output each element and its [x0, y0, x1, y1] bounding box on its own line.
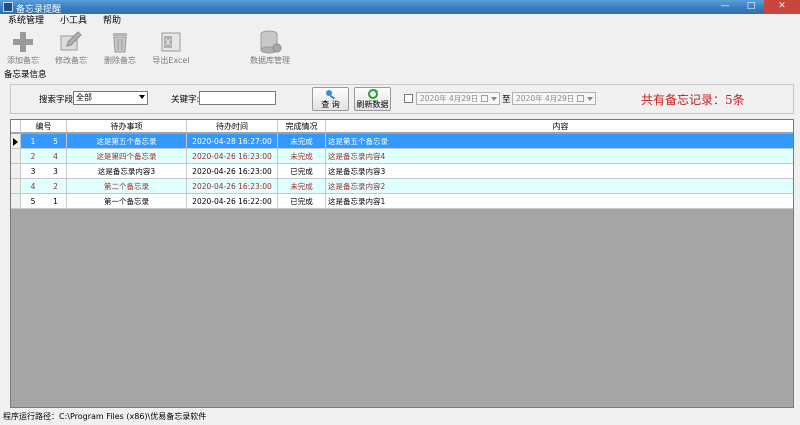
cell-status: 未完成 — [278, 134, 326, 149]
row-header[interactable] — [11, 149, 21, 164]
app-icon — [3, 2, 13, 12]
menu-help[interactable]: 帮助 — [95, 14, 129, 28]
cell-time: 2020-04-26 16:23:00 — [187, 179, 278, 194]
database-icon — [258, 30, 282, 54]
keyword-label: 关键字: — [171, 95, 200, 105]
window-controls: — □ ✕ — [712, 0, 800, 14]
search-field-value: 全部 — [76, 93, 92, 102]
search-icon — [325, 89, 337, 100]
close-button[interactable]: ✕ — [764, 0, 800, 14]
excel-icon: X — [159, 30, 183, 54]
cell-status: 已完成 — [278, 194, 326, 209]
cell-content: 这是备忘录内容3 — [326, 164, 793, 179]
cell-index: 1 — [21, 134, 45, 149]
database-manage-button[interactable]: 数据库管理 — [240, 30, 300, 66]
menu-bar: 系统管理 小工具 帮助 — [0, 14, 800, 28]
row-selector-icon — [13, 138, 18, 146]
row-header[interactable] — [11, 134, 21, 149]
cell-item: 这是第四个备忘录 — [67, 149, 187, 164]
chevron-down-icon — [491, 97, 497, 101]
date-to-value: 2020年 4月29日 — [516, 94, 575, 103]
col-content[interactable]: 内容 — [326, 120, 793, 133]
menu-tools[interactable]: 小工具 — [52, 14, 95, 28]
search-field-label: 搜索字段: — [39, 95, 76, 105]
cell-item: 这是备忘录内容3 — [67, 164, 187, 179]
to-label: 至 — [502, 95, 511, 105]
cell-content: 这是备忘录内容2 — [326, 179, 793, 194]
toolbar: 添加备忘 修改备忘 删除备忘 X 导出Excel 数据库管理 — [0, 28, 800, 68]
cell-content: 这是备忘录内容1 — [326, 194, 793, 209]
memo-table[interactable]: 编号 待办事项 待办时间 完成情况 内容 1 5 这是第五个备忘录 2020-04-2… — [10, 119, 794, 408]
table-row[interactable]: 5 1 第一个备忘录 2020-04-26 16:22:00 已完成 这是备忘录内容1 — [11, 194, 793, 209]
date-from-value: 2020年 4月29日 — [420, 94, 479, 103]
cell-status: 未完成 — [278, 149, 326, 164]
refresh-icon — [367, 89, 379, 99]
table-row[interactable]: 3 3 这是备忘录内容3 2020-04-26 16:23:00 已完成 这是备忘录内容3 — [11, 164, 793, 179]
cell-time: 2020-04-26 16:23:00 — [187, 149, 278, 164]
col-time[interactable]: 待办时间 — [187, 120, 278, 133]
query-label: 查 询 — [321, 100, 340, 109]
date-to-picker[interactable]: 2020年 4月29日 — [512, 92, 596, 105]
status-bar: 程序运行路径：C:\Program Files (x86)\优易备忘录软件 — [0, 410, 800, 425]
export-excel-button[interactable]: X 导出Excel — [141, 30, 201, 66]
table-row[interactable]: 1 5 这是第五个备忘录 2020-04-28 16:27:00 未完成 这是第五个备忘录 — [11, 134, 793, 149]
edit-icon — [59, 30, 83, 54]
keyword-input[interactable] — [199, 91, 276, 105]
cell-time: 2020-04-28 16:27:00 — [187, 134, 278, 149]
cell-id: 1 — [45, 194, 67, 209]
export-excel-label: 导出Excel — [152, 56, 190, 65]
cell-content: 这是备忘录内容4 — [326, 149, 793, 164]
col-id[interactable]: 编号 — [21, 120, 67, 133]
calendar-icon — [481, 95, 488, 102]
search-field-select[interactable]: 全部 — [73, 91, 148, 105]
query-button[interactable]: 查 询 — [312, 87, 349, 111]
cell-status: 已完成 — [278, 164, 326, 179]
cell-item: 第二个备忘录 — [67, 179, 187, 194]
col-status[interactable]: 完成情况 — [278, 120, 326, 133]
maximize-button[interactable]: □ — [738, 0, 764, 14]
cell-id: 5 — [45, 134, 67, 149]
chevron-down-icon — [587, 97, 593, 101]
cell-id: 3 — [45, 164, 67, 179]
calendar-icon — [577, 95, 584, 102]
date-from-picker[interactable]: 2020年 4月29日 — [416, 92, 500, 105]
row-header[interactable] — [11, 194, 21, 209]
cell-status: 未完成 — [278, 179, 326, 194]
row-header[interactable] — [11, 164, 21, 179]
chevron-down-icon — [139, 95, 145, 99]
refresh-label: 刷新数据 — [356, 100, 389, 109]
cell-time: 2020-04-26 16:22:00 — [187, 194, 278, 209]
table-row[interactable]: 4 2 第二个备忘录 2020-04-26 16:23:00 未完成 这是备忘录内容2 — [11, 179, 793, 194]
row-header-corner — [11, 120, 21, 133]
cell-index: 4 — [21, 179, 45, 194]
col-item[interactable]: 待办事项 — [67, 120, 187, 133]
plus-icon — [11, 30, 35, 54]
cell-index: 5 — [21, 194, 45, 209]
table-row[interactable]: 2 4 这是第四个备忘录 2020-04-26 16:23:00 未完成 这是备忘录内容4 — [11, 149, 793, 164]
cell-index: 2 — [21, 149, 45, 164]
search-panel: 搜索字段: 全部 关键字: 查 询 刷新数据 2020年 4月29日 至 202… — [10, 84, 794, 114]
total-count: 共有备忘记录：5条 — [641, 93, 745, 107]
cell-time: 2020-04-26 16:23:00 — [187, 164, 278, 179]
title-bar: 备忘录提醒 — □ ✕ — [0, 0, 800, 15]
minimize-button[interactable]: — — [712, 0, 738, 14]
table-header: 编号 待办事项 待办时间 完成情况 内容 — [11, 120, 793, 133]
cell-item: 这是第五个备忘录 — [67, 134, 187, 149]
cell-item: 第一个备忘录 — [67, 194, 187, 209]
date-filter-checkbox[interactable] — [404, 94, 413, 103]
refresh-button[interactable]: 刷新数据 — [354, 87, 391, 111]
menu-system[interactable]: 系统管理 — [0, 14, 52, 28]
trash-icon — [108, 30, 132, 54]
section-title: 备忘录信息 — [4, 70, 47, 80]
svg-text:X: X — [165, 38, 171, 47]
cell-id: 4 — [45, 149, 67, 164]
cell-index: 3 — [21, 164, 45, 179]
cell-content: 这是第五个备忘录 — [326, 134, 793, 149]
database-manage-label: 数据库管理 — [250, 56, 290, 65]
cell-id: 2 — [45, 179, 67, 194]
row-header[interactable] — [11, 179, 21, 194]
